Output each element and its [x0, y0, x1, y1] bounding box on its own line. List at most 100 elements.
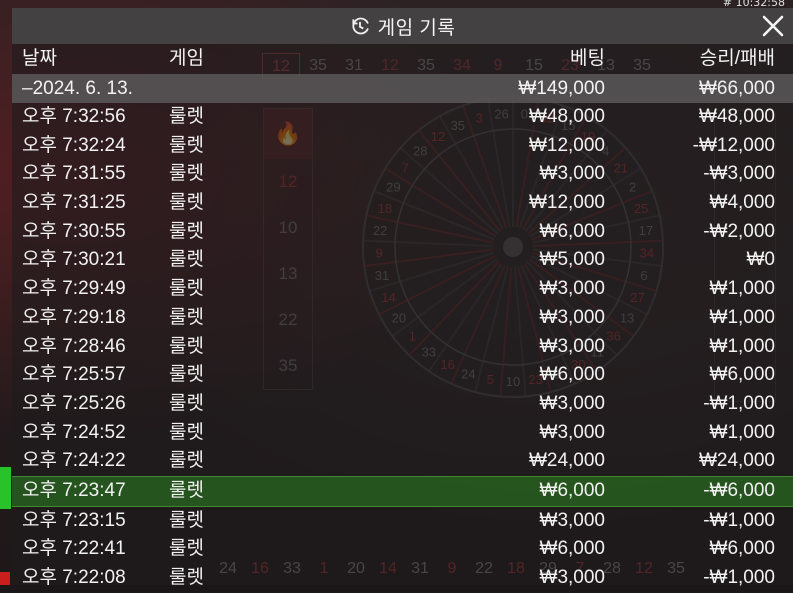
row-bet: ₩6,000 [539, 220, 605, 242]
row-result: ₩48,000 [698, 106, 775, 127]
column-header-date: 날짜 [22, 48, 57, 69]
row-bet: ₩6,000 [539, 479, 605, 501]
row-result: -₩1,000 [703, 392, 775, 414]
column-header-game: 게임 [169, 48, 204, 69]
row-bet: ₩3,000 [539, 392, 605, 414]
table-row[interactable]: 오후 7:23:47 룰렛 ₩6,000 -₩6,000 [12, 475, 793, 507]
row-bet: ₩3,000 [539, 421, 605, 443]
table-row[interactable]: 오후 7:22:41 룰렛 ₩6,000 ₩6,000 [12, 535, 793, 564]
row-game: 룰렛 [169, 192, 204, 214]
row-time: 오후 7:25:26 [22, 392, 126, 414]
row-game: 룰렛 [169, 278, 204, 300]
row-bet: ₩3,000 [539, 567, 605, 588]
table-row[interactable]: 오후 7:32:24 룰렛 ₩12,000 -₩12,000 [12, 132, 793, 161]
column-header-result: 승리/패배 [699, 48, 775, 69]
edge-indicator [0, 572, 10, 585]
column-header-bet: 베팅 [570, 48, 605, 69]
row-time: 오후 7:28:46 [22, 335, 126, 357]
row-result: -₩12,000 [692, 134, 775, 156]
table-row[interactable]: 오후 7:30:21 룰렛 ₩5,000 ₩0 [12, 246, 793, 275]
row-result: -₩1,000 [703, 567, 775, 588]
row-result: ₩1,000 [709, 335, 775, 357]
row-bet: ₩24,000 [528, 450, 605, 472]
date-group-label: –2024. 6. 13. [22, 78, 133, 99]
row-result: ₩6,000 [709, 538, 775, 560]
row-bet: ₩6,000 [539, 538, 605, 560]
row-game: 룰렛 [169, 163, 204, 185]
row-time: 오후 7:22:41 [22, 538, 126, 560]
row-game: 룰렛 [169, 538, 204, 560]
table-row[interactable]: 오후 7:29:49 룰렛 ₩3,000 ₩1,000 [12, 275, 793, 304]
row-result: ₩1,000 [709, 278, 775, 300]
row-result: ₩24,000 [698, 450, 775, 472]
row-time: 오후 7:24:22 [22, 450, 126, 472]
table-row[interactable]: 오후 7:25:57 룰렛 ₩6,000 ₩6,000 [12, 361, 793, 390]
table-row[interactable]: 오후 7:23:15 룰렛 ₩3,000 -₩1,000 [12, 507, 793, 536]
table-row[interactable]: 오후 7:22:08 룰렛 ₩3,000 -₩1,000 [12, 564, 793, 593]
row-game: 룰렛 [169, 392, 204, 414]
row-time: 오후 7:23:15 [22, 509, 126, 531]
row-result: -₩1,000 [703, 509, 775, 531]
row-time: 오후 7:23:47 [22, 479, 126, 501]
row-game: 룰렛 [169, 509, 204, 531]
row-result: ₩0 [746, 249, 776, 271]
table-row[interactable]: 오후 7:28:46 룰렛 ₩3,000 ₩1,000 [12, 333, 793, 362]
row-bet: ₩3,000 [539, 509, 605, 531]
row-bet: ₩3,000 [539, 278, 605, 300]
row-bet: ₩6,000 [539, 364, 605, 386]
date-group-result-total: ₩66,000 [698, 78, 775, 99]
row-bet: ₩12,000 [528, 134, 605, 156]
row-result: ₩1,000 [709, 421, 775, 443]
row-result: -₩6,000 [703, 479, 775, 501]
row-time: 오후 7:22:08 [22, 567, 126, 588]
history-table: 날짜 게임 베팅 승리/패배 –2024. 6. 13. ₩149,000 ₩6… [12, 44, 793, 593]
row-bet: ₩3,000 [539, 335, 605, 357]
row-result: -₩3,000 [703, 163, 775, 185]
table-row[interactable]: 오후 7:24:52 룰렛 ₩3,000 ₩1,000 [12, 419, 793, 448]
row-game: 룰렛 [169, 249, 204, 271]
row-result: ₩4,000 [709, 192, 775, 214]
row-result: ₩1,000 [709, 306, 775, 328]
table-row[interactable]: 오후 7:31:55 룰렛 ₩3,000 -₩3,000 [12, 160, 793, 189]
row-time: 오후 7:32:56 [22, 106, 126, 127]
table-row[interactable]: 오후 7:32:56 룰렛 ₩48,000 ₩48,000 [12, 103, 793, 132]
row-time: 오후 7:31:55 [22, 163, 126, 185]
close-icon [762, 15, 784, 37]
table-row[interactable]: 오후 7:30:55 룰렛 ₩6,000 -₩2,000 [12, 218, 793, 247]
row-game: 룰렛 [169, 106, 204, 127]
table-row[interactable]: 오후 7:31:25 룰렛 ₩12,000 ₩4,000 [12, 189, 793, 218]
row-time: 오후 7:29:49 [22, 278, 126, 300]
row-time: 오후 7:30:55 [22, 220, 126, 242]
row-game: 룰렛 [169, 567, 204, 588]
row-game: 룰렛 [169, 421, 204, 443]
row-bet: ₩5,000 [539, 249, 605, 271]
row-bet: ₩48,000 [528, 106, 605, 127]
history-icon [352, 17, 369, 35]
row-game: 룰렛 [169, 335, 204, 357]
row-time: 오후 7:29:18 [22, 306, 126, 328]
table-row[interactable]: 오후 7:24:22 룰렛 ₩24,000 ₩24,000 [12, 447, 793, 476]
date-group-row[interactable]: –2024. 6. 13. ₩149,000 ₩66,000 [12, 74, 793, 103]
game-history-titlebar: 게임 기록 [12, 8, 793, 44]
row-result: ₩6,000 [709, 364, 775, 386]
row-game: 룰렛 [169, 364, 204, 386]
row-bet: ₩12,000 [528, 192, 605, 214]
row-time: 오후 7:30:21 [22, 249, 126, 271]
row-game: 룰렛 [169, 220, 204, 242]
row-game: 룰렛 [169, 134, 204, 156]
panel-title: 게임 기록 [377, 17, 456, 39]
row-time: 오후 7:25:57 [22, 364, 126, 386]
row-time: 오후 7:32:24 [22, 134, 126, 156]
table-row[interactable]: 오후 7:29:18 룰렛 ₩3,000 ₩1,000 [12, 304, 793, 333]
date-group-bet-total: ₩149,000 [518, 78, 605, 99]
row-game: 룰렛 [169, 306, 204, 328]
row-game: 룰렛 [169, 450, 204, 472]
table-header: 날짜 게임 베팅 승리/패배 [12, 44, 793, 74]
table-row[interactable]: 오후 7:25:26 룰렛 ₩3,000 -₩1,000 [12, 390, 793, 419]
row-bet: ₩3,000 [539, 306, 605, 328]
close-button[interactable] [761, 14, 785, 38]
row-result: -₩2,000 [703, 220, 775, 242]
row-game: 룰렛 [169, 479, 204, 501]
selected-row-marker [0, 467, 11, 509]
row-time: 오후 7:31:25 [22, 192, 126, 214]
